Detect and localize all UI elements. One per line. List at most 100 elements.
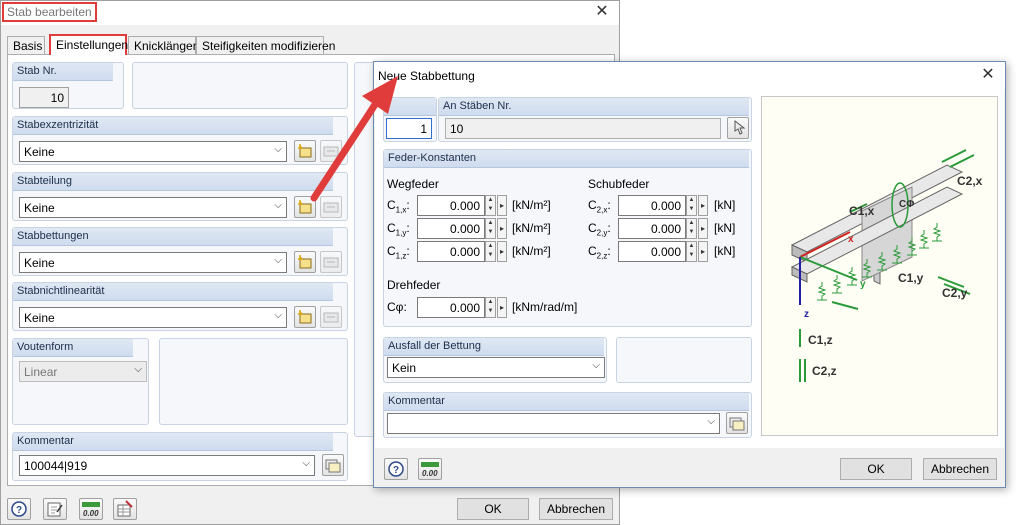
c2y-unit: [kN] [714, 221, 736, 235]
tab-basis[interactable]: Basis [7, 36, 45, 54]
c2x-input[interactable]: 0.000 [618, 195, 686, 216]
c2z-arrow[interactable]: ▸ [698, 241, 708, 262]
svg-text:?: ? [393, 465, 399, 476]
titlebar: Stab bearbeiten ✕ [1, 1, 619, 25]
units-icon[interactable]: 0.00 [79, 498, 103, 520]
c2z-input[interactable]: 0.000 [618, 241, 686, 262]
chevron-down-icon: ⌵ [134, 364, 142, 375]
c2y-spinner[interactable]: ▲ ▼ [686, 218, 697, 239]
units-icon[interactable]: 0.00 [418, 458, 442, 480]
svg-text:0.00: 0.00 [422, 469, 438, 478]
teilung-label: Stabteilung [13, 173, 333, 191]
new-item-icon[interactable] [294, 306, 316, 328]
kommentar-label: Kommentar [13, 433, 333, 451]
sub-panel: 1 An Stäben Nr. 10 Feder-Konstanten Wegf… [375, 89, 1004, 448]
c1z-spinner[interactable]: ▲ ▼ [485, 241, 496, 262]
sub-cancel-button[interactable]: Abbrechen [923, 458, 997, 480]
c1x-unit: [kN/m²] [512, 198, 551, 212]
edit-item-icon[interactable] [320, 251, 342, 273]
kommentar-group: Kommentar 100044|919 ⌵ [12, 432, 348, 481]
ausfall-info-area [616, 337, 752, 383]
c2y-arrow[interactable]: ▸ [698, 218, 708, 239]
kommentar-select[interactable]: 100044|919 ⌵ [19, 455, 315, 476]
chevron-down-icon: ⌵ [592, 360, 600, 371]
c2z-symbol: C2,z: [588, 244, 611, 261]
close-icon[interactable]: ✕ [979, 66, 997, 84]
table-export-icon[interactable] [113, 498, 137, 520]
schubfeder-label: Schubfeder [588, 177, 650, 191]
c1z-diagram-label: C1,z [808, 333, 833, 347]
beam-spring-illustration: C2,x C1,x CΦ x y z C1,y C2,y C1,z C2,z [790, 149, 983, 382]
nichtlinearitaet-select[interactable]: Keine ⌵ [19, 307, 287, 328]
bettungen-label: Stabbettungen [13, 228, 333, 246]
cphi-input[interactable]: 0.000 [417, 297, 485, 318]
x-axis-label: x [848, 234, 854, 245]
c2x-arrow[interactable]: ▸ [698, 195, 708, 216]
sub-kommentar-group: Kommentar ⌵ [383, 392, 752, 438]
c1z-unit: [kN/m²] [512, 244, 551, 258]
ok-button[interactable]: OK [457, 498, 529, 520]
bettungen-value: Keine [24, 256, 55, 270]
voutenform-select[interactable]: Linear ⌵ [19, 361, 147, 382]
sub-ok-button[interactable]: OK [840, 458, 912, 480]
help-icon[interactable]: ? [7, 498, 31, 520]
exzentrizitaet-label: Stabexzentrizität [13, 117, 333, 135]
z-axis-label: z [804, 309, 809, 320]
stab-nr-group: Stab Nr. 10 [12, 62, 124, 109]
cancel-button[interactable]: Abbrechen [539, 498, 613, 520]
c2z-spinner[interactable]: ▲ ▼ [686, 241, 697, 262]
exzentrizitaet-select[interactable]: Keine ⌵ [19, 141, 287, 162]
comment-library-icon[interactable] [726, 412, 748, 434]
feder-group: Feder-Konstanten Wegfeder Schubfeder C1,… [383, 149, 752, 327]
nichtlinearitaet-label: Stabnichtlinearität [13, 283, 333, 301]
c2x-spinner[interactable]: ▲ ▼ [686, 195, 697, 216]
y-axis-label: y [860, 279, 866, 290]
ausfall-value: Kein [392, 361, 417, 375]
feder-label: Feder-Konstanten [384, 150, 749, 168]
chevron-down-icon: ⌵ [274, 255, 282, 266]
c1z-arrow[interactable]: ▸ [497, 241, 507, 262]
an-staeben-field[interactable]: 10 [445, 118, 721, 139]
tab-einstellungen[interactable]: Einstellungen [49, 34, 128, 55]
exzentrizitaet-value: Keine [24, 145, 55, 159]
c2y-input[interactable]: 0.000 [618, 218, 686, 239]
voutenform-value: Linear [24, 365, 58, 379]
c1z-symbol: C1,z: [387, 244, 410, 261]
c1z-input[interactable]: 0.000 [417, 241, 485, 262]
ausfall-label: Ausfall der Bettung [384, 338, 604, 356]
c1x-spinner[interactable]: ▲ ▼ [485, 195, 496, 216]
nichtlinearitaet-value: Keine [24, 311, 55, 325]
c2z-diagram-label: C2,z [812, 364, 837, 378]
edit-text-icon[interactable] [43, 498, 67, 520]
teilung-select[interactable]: Keine ⌵ [19, 197, 287, 218]
ausfall-group: Ausfall der Bettung Kein ⌵ [383, 337, 607, 383]
tab-knicklaengen[interactable]: Knicklängen [128, 36, 199, 54]
tab-steifigkeiten[interactable]: Steifigkeiten modifizieren [196, 36, 335, 54]
cphi-spinner[interactable]: ▲ ▼ [485, 297, 496, 318]
c1y-arrow[interactable]: ▸ [497, 218, 507, 239]
comment-library-icon[interactable] [322, 454, 344, 476]
c1x-input[interactable]: 0.000 [417, 195, 485, 216]
c2x-diagram-label: C2,x [957, 174, 983, 188]
c1y-input[interactable]: 0.000 [417, 218, 485, 239]
an-staeben-group: An Stäben Nr. 10 [438, 97, 752, 142]
new-bettung-icon[interactable] [294, 251, 316, 273]
c2y-diagram-label: C2,y [942, 286, 968, 300]
c1x-arrow[interactable]: ▸ [497, 195, 507, 216]
edit-item-icon[interactable] [320, 306, 342, 328]
c1y-symbol: C1,y: [387, 221, 410, 238]
pick-icon[interactable] [727, 117, 749, 139]
drehfeder-label: Drehfeder [387, 278, 441, 292]
vouten-info-area [159, 338, 348, 425]
c1y-spinner[interactable]: ▲ ▼ [485, 218, 496, 239]
teilung-value: Keine [24, 201, 55, 215]
help-icon[interactable]: ? [384, 458, 408, 480]
chevron-down-icon: ⌵ [707, 416, 715, 427]
close-icon[interactable]: ✕ [593, 3, 611, 21]
cphi-arrow[interactable]: ▸ [497, 297, 507, 318]
sub-kommentar-select[interactable]: ⌵ [387, 413, 720, 434]
svg-text:0.00: 0.00 [83, 509, 99, 518]
stab-nr-field: 10 [19, 87, 69, 108]
bettungen-select[interactable]: Keine ⌵ [19, 252, 287, 273]
ausfall-select[interactable]: Kein ⌵ [387, 357, 605, 378]
